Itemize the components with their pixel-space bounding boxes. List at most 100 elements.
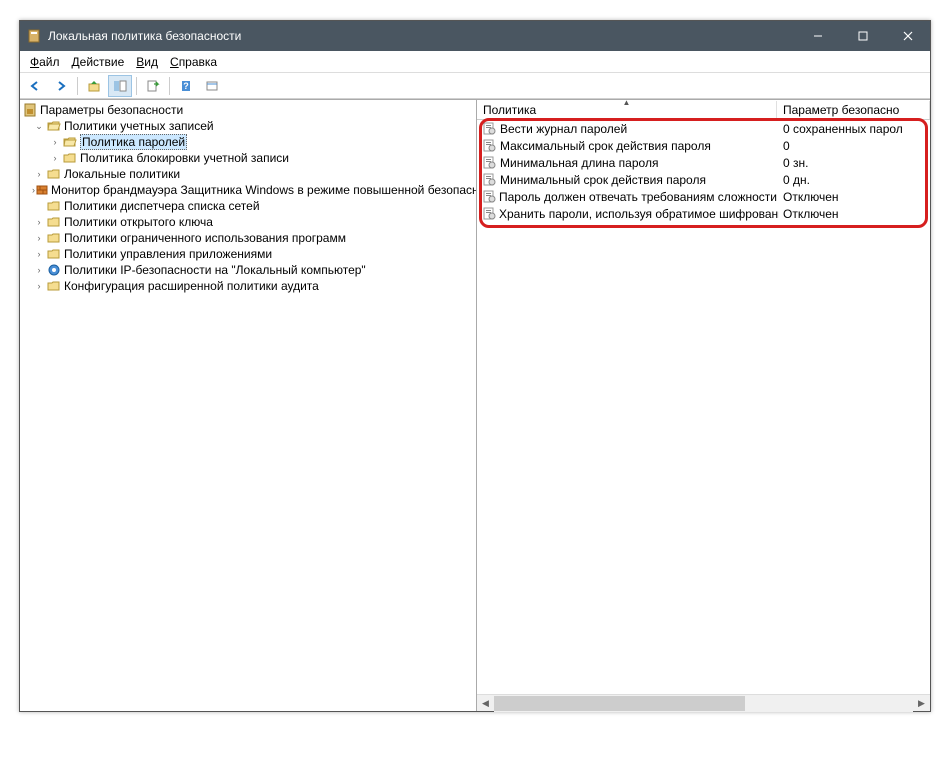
tree-ipsec[interactable]: › Политики IP-безопасности на "Локальный… — [20, 262, 476, 278]
policy-icon — [483, 173, 497, 187]
app-window: Локальная политика безопасности Файл Дей… — [19, 20, 931, 712]
back-button[interactable] — [23, 75, 47, 97]
policy-icon — [483, 207, 496, 221]
tree-label: Политики учетных записей — [64, 119, 214, 133]
policy-row[interactable]: Хранить пароли, используя обратимое шифр… — [477, 205, 930, 222]
policy-name: Максимальный срок действия пароля — [500, 139, 711, 153]
scroll-right-button[interactable]: ▶ — [913, 695, 930, 712]
folder-icon — [46, 198, 62, 214]
content-area: Параметры безопасности ⌄ Политики учетны… — [20, 99, 930, 711]
tree-account-policies[interactable]: ⌄ Политики учетных записей — [20, 118, 476, 134]
folder-icon — [46, 214, 62, 230]
column-header-setting[interactable]: Параметр безопасно — [777, 101, 930, 119]
tree-audit-config[interactable]: › Конфигурация расширенной политики ауди… — [20, 278, 476, 294]
policy-icon — [483, 156, 497, 170]
folder-open-icon — [46, 118, 62, 134]
folder-open-icon — [62, 134, 78, 150]
policy-row[interactable]: Минимальная длина пароля 0 зн. — [477, 154, 930, 171]
export-button[interactable] — [141, 75, 165, 97]
tree-firewall[interactable]: › Монитор брандмауэра Защитника Windows … — [20, 182, 476, 198]
expander-icon[interactable]: › — [32, 281, 46, 291]
policy-row[interactable]: Максимальный срок действия пароля 0 — [477, 137, 930, 154]
help-button[interactable]: ? — [174, 75, 198, 97]
folder-icon — [46, 246, 62, 262]
show-tree-button[interactable] — [108, 75, 132, 97]
menu-help[interactable]: Справка — [164, 53, 223, 71]
policy-name: Вести журнал паролей — [500, 122, 627, 136]
policy-setting: 0 зн. — [779, 156, 928, 170]
toolbar-separator — [136, 77, 137, 95]
tree-label: Параметры безопасности — [40, 103, 183, 117]
folder-icon — [46, 230, 62, 246]
scroll-left-button[interactable]: ◀ — [477, 695, 494, 712]
column-header-label: Политика — [483, 103, 536, 117]
scroll-track[interactable] — [494, 695, 913, 712]
scroll-thumb[interactable] — [494, 696, 745, 711]
policy-setting: 0 дн. — [779, 173, 928, 187]
expander-icon[interactable]: › — [32, 265, 46, 275]
ipsec-icon — [46, 262, 62, 278]
properties-button[interactable] — [200, 75, 224, 97]
window-controls — [795, 21, 930, 51]
column-header-label: Параметр безопасно — [783, 103, 899, 117]
tree-lockout-policy[interactable]: › Политика блокировки учетной записи — [20, 150, 476, 166]
tree-label: Монитор брандмауэра Защитника Windows в … — [51, 183, 477, 197]
policy-name: Минимальный срок действия пароля — [500, 173, 706, 187]
toolbar: ? — [20, 73, 930, 99]
tree-public-key[interactable]: › Политики открытого ключа — [20, 214, 476, 230]
tree-software-restriction[interactable]: › Политики ограниченного использования п… — [20, 230, 476, 246]
policy-row[interactable]: Вести журнал паролей 0 сохраненных парол — [477, 120, 930, 137]
titlebar[interactable]: Локальная политика безопасности — [20, 21, 930, 51]
tree-label: Политики открытого ключа — [64, 215, 213, 229]
security-icon — [22, 102, 38, 118]
toolbar-separator — [77, 77, 78, 95]
menubar: Файл Действие Вид Справка — [20, 51, 930, 73]
policy-setting: 0 — [779, 139, 928, 153]
close-button[interactable] — [885, 21, 930, 51]
policy-name: Минимальная длина пароля — [500, 156, 658, 170]
menu-file[interactable]: Файл — [24, 53, 66, 71]
policy-icon — [483, 122, 497, 136]
list-body[interactable]: Вести журнал паролей0 сохраненных паролМ… — [477, 120, 930, 694]
policy-name: Хранить пароли, используя обратимое шифр… — [499, 207, 779, 221]
forward-button[interactable] — [49, 75, 73, 97]
tree-app-control[interactable]: › Политики управления приложениями — [20, 246, 476, 262]
expander-icon[interactable]: › — [32, 233, 46, 243]
column-header-policy[interactable]: ▲ Политика — [477, 101, 777, 119]
horizontal-scrollbar[interactable]: ◀ ▶ — [477, 694, 930, 711]
tree-local-policies[interactable]: › Локальные политики — [20, 166, 476, 182]
svg-text:?: ? — [183, 81, 189, 91]
folder-icon — [62, 150, 78, 166]
tree-label: Политики управления приложениями — [64, 247, 272, 261]
policy-setting: 0 сохраненных парол — [779, 122, 928, 136]
expander-icon[interactable]: › — [32, 249, 46, 259]
minimize-button[interactable] — [795, 21, 840, 51]
tree-network-list[interactable]: Политики диспетчера списка сетей — [20, 198, 476, 214]
expander-icon[interactable]: › — [32, 217, 46, 227]
tree-pane[interactable]: Параметры безопасности ⌄ Политики учетны… — [20, 100, 477, 711]
list-pane: ▲ Политика Параметр безопасно Вести журн… — [477, 100, 930, 711]
app-icon — [26, 28, 42, 44]
window-title: Локальная политика безопасности — [48, 29, 795, 43]
tree-label: Политики диспетчера списка сетей — [64, 199, 260, 213]
expander-icon[interactable]: › — [48, 137, 62, 147]
menu-view[interactable]: Вид — [130, 53, 164, 71]
policy-row[interactable]: Минимальный срок действия пароля 0 дн. — [477, 171, 930, 188]
policy-row[interactable]: Пароль должен отвечать требованиям сложн… — [477, 188, 930, 205]
tree-label: Политики IP-безопасности на "Локальный к… — [64, 263, 366, 277]
tree-root[interactable]: Параметры безопасности — [20, 102, 476, 118]
expander-icon[interactable]: ⌄ — [32, 121, 46, 132]
tree-label: Локальные политики — [64, 167, 180, 181]
maximize-button[interactable] — [840, 21, 885, 51]
folder-icon — [46, 166, 62, 182]
tree-password-policy[interactable]: › Политика паролей — [20, 134, 476, 150]
expander-icon[interactable]: › — [32, 169, 46, 179]
tree-label: Политика паролей — [80, 134, 187, 150]
menu-action[interactable]: Действие — [66, 53, 131, 71]
expander-icon[interactable]: › — [48, 153, 62, 163]
toolbar-separator — [169, 77, 170, 95]
tree-label: Конфигурация расширенной политики аудита — [64, 279, 319, 293]
up-button[interactable] — [82, 75, 106, 97]
policy-icon — [483, 139, 497, 153]
policy-setting: Отключен — [779, 207, 928, 221]
